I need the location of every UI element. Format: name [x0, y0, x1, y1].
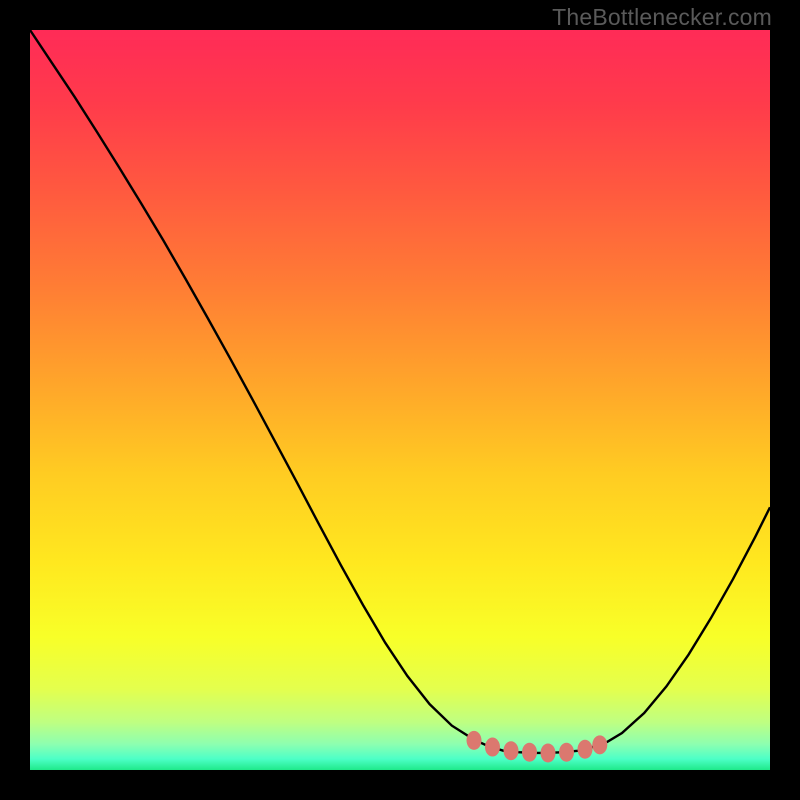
chart-frame: TheBottlenecker.com — [0, 0, 800, 800]
plot-area — [30, 30, 770, 770]
gradient-background — [30, 30, 770, 770]
bottleneck-chart — [30, 30, 770, 770]
trough-marker — [592, 735, 607, 754]
watermark-text: TheBottlenecker.com — [552, 4, 772, 31]
trough-marker — [467, 731, 482, 750]
trough-marker — [485, 738, 500, 757]
trough-marker — [559, 743, 574, 762]
trough-marker — [578, 740, 593, 759]
trough-marker — [522, 743, 537, 762]
trough-marker — [504, 741, 519, 760]
trough-marker — [541, 743, 556, 762]
